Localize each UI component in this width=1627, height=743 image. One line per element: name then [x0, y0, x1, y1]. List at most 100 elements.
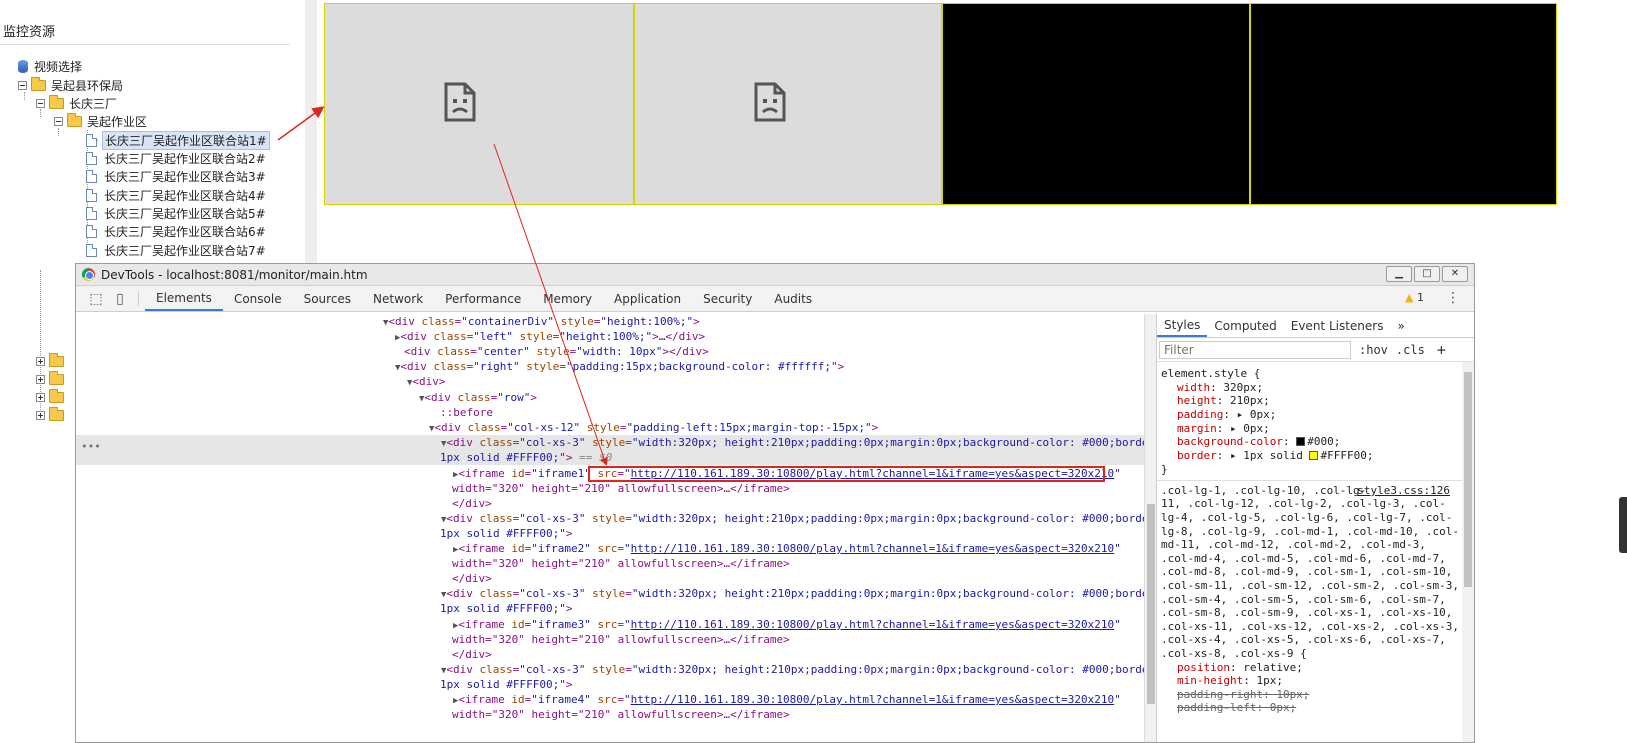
- dom-line[interactable]: width="320" height="210" allowfullscreen…: [76, 707, 1144, 722]
- tree-node-station-1[interactable]: 长庆三厂吴起作业区联合站1#: [86, 131, 270, 150]
- style-declaration[interactable]: min-height: 1px;: [1161, 674, 1283, 688]
- expand-toggle-icon[interactable]: [36, 411, 45, 420]
- device-toolbar-icon[interactable]: ▯: [108, 286, 132, 311]
- tree-node-station-2[interactable]: 长庆三厂吴起作业区联合站2#: [86, 150, 268, 167]
- color-swatch-icon[interactable]: [1309, 451, 1319, 460]
- tab-memory[interactable]: Memory: [532, 286, 603, 311]
- tree-node-video-select[interactable]: 视频选择: [18, 58, 84, 75]
- dom-line-selected[interactable]: ▼<div class="col-xs-3" style="width:320p…: [76, 435, 1144, 450]
- tree-node-station-4[interactable]: 长庆三厂吴起作业区联合站4#: [86, 187, 268, 204]
- video-cell-1[interactable]: [324, 3, 634, 205]
- tab-audits[interactable]: Audits: [763, 286, 823, 311]
- more-options-icon[interactable]: ⋮: [1446, 290, 1460, 306]
- tree-node-work-area[interactable]: 吴起作业区: [54, 113, 149, 130]
- maximize-icon[interactable]: □: [1414, 266, 1440, 282]
- tab-sources[interactable]: Sources: [293, 286, 362, 311]
- panel-scrollbar[interactable]: [305, 0, 317, 280]
- style-declaration[interactable]: padding: ▸ 0px;: [1161, 408, 1276, 422]
- dom-line[interactable]: ▼<div class="containerDiv" style="height…: [76, 314, 1144, 329]
- expand-toggle-icon[interactable]: [36, 393, 45, 402]
- style-declaration-overridden[interactable]: padding-right: 10px;: [1161, 688, 1309, 702]
- hov-toggle[interactable]: :hov: [1359, 343, 1388, 357]
- tab-styles[interactable]: Styles: [1157, 314, 1208, 337]
- tree-node-station-5[interactable]: 长庆三厂吴起作业区联合站5#: [86, 205, 268, 222]
- dom-line[interactable]: ▼<div class="col-xs-3" style="width:320p…: [76, 662, 1144, 677]
- tab-elements[interactable]: Elements: [145, 286, 223, 311]
- dom-line[interactable]: ▶<iframe id="iframe2" src="http://110.16…: [76, 541, 1144, 556]
- dom-line[interactable]: <div class="center" style="width: 10px">…: [76, 344, 1144, 359]
- rule-selector[interactable]: .col-xs-11, .col-xs-12, .col-xs-2, .col-…: [1161, 620, 1459, 634]
- dom-line[interactable]: </div>: [76, 571, 1144, 586]
- warning-badge[interactable]: ▲ 1: [1405, 291, 1424, 304]
- selected-node-menu[interactable]: •••: [81, 440, 101, 453]
- tab-computed[interactable]: Computed: [1207, 314, 1283, 337]
- dom-line[interactable]: ▶<div class="left" style="height:100%;">…: [76, 329, 1144, 344]
- elements-scrollbar[interactable]: [1144, 314, 1156, 742]
- dom-line[interactable]: ▼<div>: [76, 374, 1144, 389]
- style-declaration[interactable]: width: 320px;: [1161, 381, 1263, 395]
- style-declaration[interactable]: position: relative;: [1161, 661, 1303, 675]
- tab-performance[interactable]: Performance: [434, 286, 532, 311]
- rule-selector[interactable]: .col-xs-8, .col-xs-9 {: [1161, 647, 1307, 661]
- rule-selector[interactable]: .col-xs-4, .col-xs-5, .col-xs-6, .col-xs…: [1161, 633, 1446, 647]
- dom-line[interactable]: ▼<div class="col-xs-3" style="width:320p…: [76, 586, 1144, 601]
- dom-line[interactable]: ▼<div class="row">: [76, 390, 1144, 405]
- dom-line[interactable]: 1px solid #FFFF00;">: [76, 601, 1144, 616]
- rule-selector[interactable]: .col-sm-4, .col-sm-5, .col-sm-6, .col-sm…: [1161, 593, 1446, 607]
- style-declaration-overridden[interactable]: padding-left: 0px;: [1161, 701, 1296, 715]
- dom-line[interactable]: ▶<iframe id="iframe3" src="http://110.16…: [76, 617, 1144, 632]
- dom-line[interactable]: ▶<iframe id="iframe4" src="http://110.16…: [76, 692, 1144, 707]
- collapse-toggle-icon[interactable]: [54, 117, 63, 126]
- tab-event-listeners[interactable]: Event Listeners: [1284, 314, 1391, 337]
- rule-selector[interactable]: lg-8, .col-lg-9, .col-md-1, .col-md-10, …: [1161, 525, 1459, 539]
- tree-node-collapsed[interactable]: [36, 353, 67, 370]
- dom-line-selected[interactable]: 1px solid #FFFF00;"> == $0: [76, 450, 1144, 465]
- dom-line[interactable]: </div>: [76, 647, 1144, 662]
- dom-line[interactable]: 1px solid #FFFF00;">: [76, 526, 1144, 541]
- tab-security[interactable]: Security: [692, 286, 763, 311]
- devtools-titlebar[interactable]: DevTools - localhost:8081/monitor/main.h…: [76, 264, 1474, 286]
- video-cell-4[interactable]: [1250, 3, 1557, 205]
- dom-line[interactable]: width="320" height="210" allowfullscreen…: [76, 632, 1144, 647]
- tab-console[interactable]: Console: [223, 286, 293, 311]
- dom-line[interactable]: width="320" height="210" allowfullscreen…: [76, 481, 1144, 496]
- tree-node-station-7[interactable]: 长庆三厂吴起作业区联合站7#: [86, 242, 268, 259]
- tree-node-county-bureau[interactable]: 吴起县环保局: [18, 77, 125, 94]
- dom-line[interactable]: ▼<div class="right" style="padding:15px;…: [76, 359, 1144, 374]
- minimize-icon[interactable]: ▁: [1386, 266, 1412, 282]
- expand-toggle-icon[interactable]: [36, 375, 45, 384]
- stylesheet-source-link[interactable]: style3.css:126: [1357, 484, 1450, 497]
- rule-selector[interactable]: 11, .col-lg-12, .col-lg-2, .col-lg-3, .c…: [1161, 497, 1446, 511]
- dom-line[interactable]: ▼<div class="col-xs-3" style="width:320p…: [76, 511, 1144, 526]
- style-declaration[interactable]: height: 210px;: [1161, 394, 1270, 408]
- close-icon[interactable]: ✕: [1442, 266, 1468, 282]
- rule-selector[interactable]: .col-sm-11, .col-sm-12, .col-sm-2, .col-…: [1161, 579, 1459, 593]
- tree-node-collapsed[interactable]: [36, 407, 67, 424]
- video-cell-3[interactable]: [942, 3, 1250, 205]
- style-declaration[interactable]: border: ▸ 1px solid #FFFF00;: [1161, 449, 1373, 463]
- dom-line[interactable]: 1px solid #FFFF00;">: [76, 677, 1144, 692]
- tree-node-station-3[interactable]: 长庆三厂吴起作业区联合站3#: [86, 168, 268, 185]
- styles-scrollbar[interactable]: [1462, 362, 1474, 742]
- tree-node-station-6[interactable]: 长庆三厂吴起作业区联合站6#: [86, 223, 268, 240]
- dom-line[interactable]: ::before: [76, 405, 1144, 420]
- expand-toggle-icon[interactable]: [36, 357, 45, 366]
- style-declaration[interactable]: margin: ▸ 0px;: [1161, 422, 1270, 436]
- tab-network[interactable]: Network: [362, 286, 434, 311]
- rule-selector[interactable]: .col-lg-1, .col-lg-10, .col-lg-: [1161, 484, 1366, 498]
- rule-selector[interactable]: .col-sm-8, .col-sm-9, .col-xs-1, .col-xs…: [1161, 606, 1452, 620]
- inspect-element-icon[interactable]: ⬚: [84, 286, 108, 311]
- edge-tab[interactable]: [1619, 497, 1627, 553]
- color-swatch-icon[interactable]: [1296, 437, 1306, 446]
- dom-line[interactable]: </div>: [76, 496, 1144, 511]
- tree-node-collapsed[interactable]: [36, 389, 67, 406]
- rule-selector[interactable]: md-11, .col-md-12, .col-md-2, .col-md-3,: [1161, 538, 1426, 552]
- new-rule-icon[interactable]: +: [1437, 341, 1446, 359]
- tree-node-collapsed[interactable]: [36, 371, 67, 388]
- rule-selector[interactable]: .col-md-8, .col-md-9, .col-sm-1, .col-sm…: [1161, 565, 1452, 579]
- video-cell-2[interactable]: [634, 3, 942, 205]
- more-tabs-icon[interactable]: »: [1390, 314, 1411, 337]
- collapse-toggle-icon[interactable]: [18, 81, 27, 90]
- tab-application[interactable]: Application: [603, 286, 692, 311]
- rule-selector[interactable]: .col-md-4, .col-md-5, .col-md-6, .col-md…: [1161, 552, 1446, 566]
